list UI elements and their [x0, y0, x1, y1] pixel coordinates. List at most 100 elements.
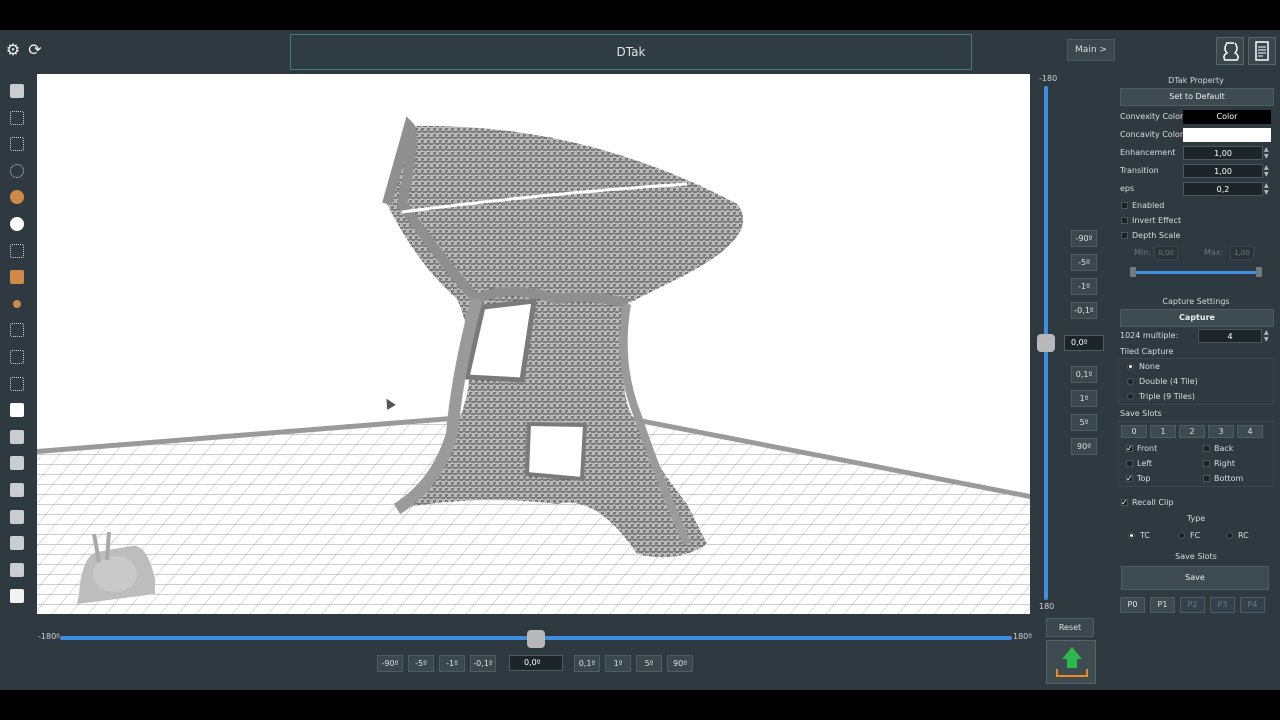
- hstep-minus-5-button[interactable]: -5º: [408, 655, 434, 672]
- slot-3-button[interactable]: 3: [1208, 425, 1234, 438]
- convexity-color-button[interactable]: Color: [1183, 110, 1271, 124]
- max-input[interactable]: 1,00: [1230, 246, 1254, 260]
- cube-view-6-icon[interactable]: [4, 557, 30, 583]
- vase-icon[interactable]: [1216, 37, 1244, 65]
- preset-p1-button[interactable]: P1: [1150, 597, 1175, 613]
- top-checkbox[interactable]: Top: [1119, 471, 1196, 486]
- app-window: ⚙ ⟳ DTak Main > -180 180 -90º -5º -1º -0…: [0, 30, 1280, 690]
- front-checkbox[interactable]: Front: [1119, 441, 1196, 456]
- horizontal-angle-input[interactable]: 0,0º: [509, 655, 563, 671]
- 3d-viewport[interactable]: [37, 74, 1030, 614]
- hstep-minus-90-button[interactable]: -90º: [377, 655, 403, 672]
- tiled-none-radio[interactable]: None: [1119, 359, 1273, 374]
- slot-2-button[interactable]: 2: [1179, 425, 1205, 438]
- depth-range-slider[interactable]: [1118, 265, 1274, 279]
- hstep-plus-90-button[interactable]: 90º: [667, 655, 693, 672]
- vstep-minus-90-button[interactable]: -90º: [1071, 230, 1097, 247]
- white-vase-icon[interactable]: [4, 211, 30, 237]
- tiled-double-radio[interactable]: Double (4 Tile): [1119, 374, 1273, 389]
- enhancement-spinner[interactable]: ▲ ▼: [1264, 146, 1270, 160]
- right-checkbox[interactable]: Right: [1196, 456, 1273, 471]
- solid-cube-icon[interactable]: [4, 583, 30, 609]
- min-input[interactable]: 0,00: [1154, 246, 1178, 260]
- back-checkbox[interactable]: Back: [1196, 441, 1273, 456]
- tiled-triple-radio[interactable]: Triple (9 Tiles): [1119, 389, 1273, 404]
- vslider-handle[interactable]: [1037, 334, 1055, 352]
- refresh-icon[interactable]: ⟳: [26, 41, 44, 59]
- transition-spinner[interactable]: ▲ ▼: [1264, 164, 1270, 178]
- enhancement-input[interactable]: 1,00: [1183, 146, 1263, 160]
- vstep-minus-0-1-button[interactable]: -0,1º: [1071, 302, 1097, 319]
- cube-view-2-icon[interactable]: [4, 450, 30, 476]
- hslider-handle[interactable]: [527, 630, 545, 648]
- dtak-property-title: DTak Property: [1168, 76, 1224, 85]
- vstep-plus-5-button[interactable]: 5º: [1071, 414, 1097, 431]
- save-button[interactable]: Save: [1121, 566, 1269, 590]
- bottom-checkbox[interactable]: Bottom: [1196, 471, 1273, 486]
- reset-button[interactable]: Reset: [1046, 618, 1094, 637]
- depth-max-handle[interactable]: [1256, 267, 1262, 277]
- type-tc-radio[interactable]: TC: [1120, 528, 1150, 543]
- invert-effect-checkbox[interactable]: Invert Effect: [1118, 213, 1274, 228]
- vertical-rotation-slider[interactable]: -180 180: [1036, 74, 1057, 614]
- main-menu-button[interactable]: Main >: [1067, 39, 1115, 61]
- export-icon[interactable]: [1046, 640, 1096, 684]
- max-label: Max:: [1204, 248, 1224, 257]
- capture-button[interactable]: Capture: [1120, 309, 1274, 327]
- vstep-plus-1-button[interactable]: 1º: [1071, 390, 1097, 407]
- enabled-checkbox[interactable]: Enabled: [1118, 198, 1274, 213]
- preset-p0-button[interactable]: P0: [1120, 597, 1145, 613]
- depth-min-handle[interactable]: [1130, 267, 1136, 277]
- multiple-spinner[interactable]: ▲ ▼: [1264, 329, 1270, 343]
- preset-p2-button[interactable]: P2: [1180, 597, 1205, 613]
- enhancement-label: Enhancement: [1120, 148, 1176, 157]
- columns-icon[interactable]: [4, 371, 30, 397]
- cube-view-4-icon[interactable]: [4, 504, 30, 530]
- hstep-minus-0-1-button[interactable]: -0,1º: [470, 655, 496, 672]
- recall-clip-checkbox[interactable]: Recall Clip: [1118, 495, 1274, 510]
- cylinder-icon[interactable]: [4, 78, 30, 104]
- hstep-plus-5-button[interactable]: 5º: [636, 655, 662, 672]
- multiple-input[interactable]: 4: [1198, 329, 1262, 343]
- grid-cube-icon[interactable]: [4, 317, 30, 343]
- mesh-cylinder-icon[interactable]: [4, 105, 30, 131]
- preset-p4-button[interactable]: P4: [1240, 597, 1265, 613]
- slot-0-button[interactable]: 0: [1121, 425, 1147, 438]
- type-rc-radio[interactable]: RC: [1218, 528, 1249, 543]
- color-vase-icon[interactable]: [4, 184, 30, 210]
- vstep-minus-5-button[interactable]: -5º: [1071, 254, 1097, 271]
- cube-view-3-icon[interactable]: [4, 477, 30, 503]
- left-checkbox[interactable]: Left: [1119, 456, 1196, 471]
- book-icon[interactable]: [4, 344, 30, 370]
- vertical-angle-input[interactable]: 0,0º: [1064, 335, 1104, 351]
- depth-scale-checkbox[interactable]: Depth Scale: [1118, 228, 1274, 243]
- center-view-icon[interactable]: [4, 397, 30, 423]
- concavity-color-button[interactable]: [1183, 128, 1271, 142]
- hstep-plus-1-button[interactable]: 1º: [605, 655, 631, 672]
- type-fc-radio[interactable]: FC: [1170, 528, 1200, 543]
- save-slots-title: Save Slots: [1175, 552, 1217, 561]
- transition-input[interactable]: 1,00: [1183, 164, 1263, 178]
- wire-cylinder-icon[interactable]: [4, 131, 30, 157]
- point-cloud-icon[interactable]: [4, 158, 30, 184]
- slot-4-button[interactable]: 4: [1237, 425, 1263, 438]
- preset-p3-button[interactable]: P3: [1210, 597, 1235, 613]
- eps-spinner[interactable]: ▲ ▼: [1264, 182, 1270, 196]
- vstep-plus-0-1-button[interactable]: 0,1º: [1071, 366, 1097, 383]
- concavity-row: Concavity Color: [1118, 126, 1274, 144]
- cube-view-5-icon[interactable]: [4, 530, 30, 556]
- eps-input[interactable]: 0,2: [1183, 182, 1263, 196]
- set-default-button[interactable]: Set to Default: [1120, 88, 1274, 106]
- vstep-plus-90-button[interactable]: 90º: [1071, 438, 1097, 455]
- hstep-plus-0-1-button[interactable]: 0,1º: [574, 655, 600, 672]
- cube-view-1-icon[interactable]: [4, 424, 30, 450]
- layered-plane-icon[interactable]: [4, 264, 30, 290]
- convexity-row: Convexity Color Color: [1118, 108, 1274, 126]
- wire-cube-icon[interactable]: [4, 238, 30, 264]
- slot-1-button[interactable]: 1: [1150, 425, 1176, 438]
- axes-icon[interactable]: [4, 291, 30, 317]
- hstep-minus-1-button[interactable]: -1º: [439, 655, 465, 672]
- vstep-minus-1-button[interactable]: -1º: [1071, 278, 1097, 295]
- gear-icon[interactable]: ⚙: [4, 41, 22, 59]
- document-icon[interactable]: [1248, 37, 1276, 65]
